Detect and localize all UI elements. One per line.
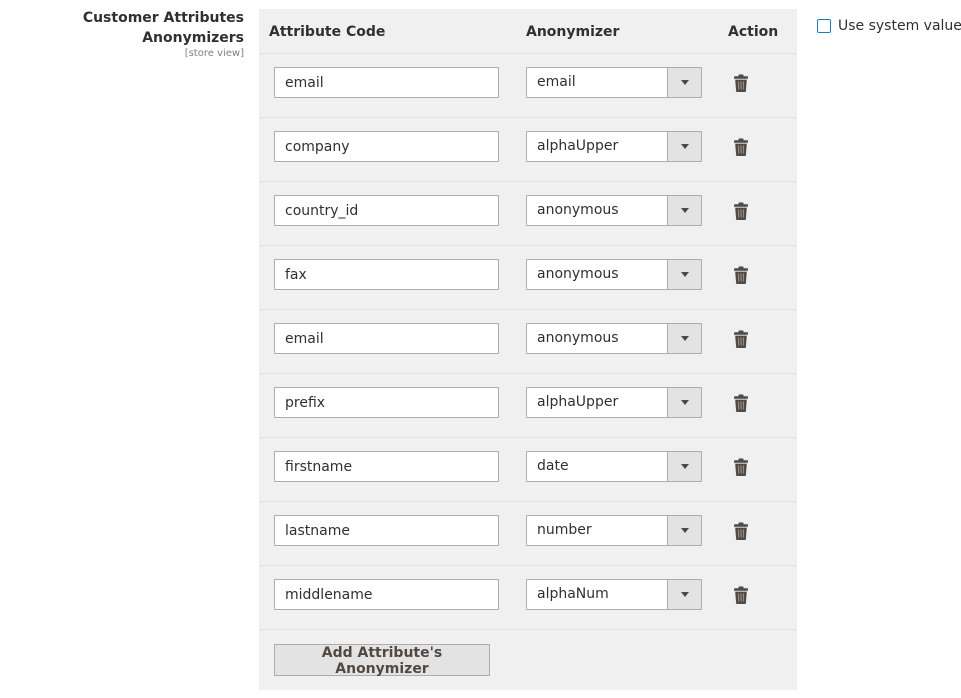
dropdown-toggle[interactable] — [667, 196, 701, 225]
attribute-code-input[interactable] — [274, 387, 499, 418]
delete-row-button[interactable] — [733, 138, 749, 156]
field-scope: [store view] — [184, 48, 244, 59]
anonymizer-select[interactable]: alphaUpper — [526, 131, 702, 162]
chevron-down-icon — [681, 208, 689, 213]
attribute-code-input[interactable] — [274, 67, 499, 98]
anonymizer-select[interactable]: alphaUpper — [526, 387, 702, 418]
delete-row-button[interactable] — [733, 74, 749, 92]
use-system-value-label[interactable]: Use system value — [838, 17, 961, 35]
use-system-value-checkbox[interactable] — [817, 19, 831, 33]
attribute-code-input[interactable] — [274, 451, 499, 482]
dropdown-toggle[interactable] — [667, 452, 701, 481]
table-row: date — [259, 438, 797, 502]
anonymizer-selected-value: number — [537, 522, 592, 538]
add-row-area: Add Attribute's Anonymizer — [259, 630, 797, 690]
anonymizer-select[interactable]: anonymous — [526, 195, 702, 226]
dropdown-toggle[interactable] — [667, 132, 701, 161]
anonymizer-select[interactable]: anonymous — [526, 259, 702, 290]
anonymizer-select[interactable]: date — [526, 451, 702, 482]
table-row: number — [259, 502, 797, 566]
trash-icon — [733, 266, 749, 288]
anonymizer-select[interactable]: anonymous — [526, 323, 702, 354]
field-title: Customer Attributes Anonymizers — [82, 10, 244, 46]
delete-row-button[interactable] — [733, 330, 749, 348]
anonymizer-selected-value: alphaUpper — [537, 138, 619, 154]
header-action: Action — [728, 24, 779, 40]
trash-icon — [733, 74, 749, 96]
chevron-down-icon — [681, 272, 689, 277]
table-row: anonymous — [259, 182, 797, 246]
attribute-code-input[interactable] — [274, 515, 499, 546]
anonymizer-selected-value: email — [537, 74, 576, 90]
anonymizers-grid: Attribute Code Anonymizer Action email al… — [259, 9, 797, 690]
delete-row-button[interactable] — [733, 586, 749, 604]
trash-icon — [733, 138, 749, 160]
table-row: anonymous — [259, 246, 797, 310]
anonymizer-selected-value: date — [537, 458, 569, 474]
header-attribute-code: Attribute Code — [269, 24, 386, 40]
dropdown-toggle[interactable] — [667, 388, 701, 417]
anonymizer-selected-value: anonymous — [537, 266, 619, 282]
chevron-down-icon — [681, 464, 689, 469]
trash-icon — [733, 458, 749, 480]
dropdown-toggle[interactable] — [667, 260, 701, 289]
delete-row-button[interactable] — [733, 458, 749, 476]
dropdown-toggle[interactable] — [667, 516, 701, 545]
chevron-down-icon — [681, 592, 689, 597]
anonymizer-selected-value: anonymous — [537, 202, 619, 218]
attribute-code-input[interactable] — [274, 259, 499, 290]
anonymizer-selected-value: alphaNum — [537, 586, 609, 602]
table-row: anonymous — [259, 310, 797, 374]
add-anonymizer-button[interactable]: Add Attribute's Anonymizer — [274, 644, 490, 677]
field-label: Customer Attributes Anonymizers [store v… — [0, 8, 244, 60]
delete-row-button[interactable] — [733, 394, 749, 412]
trash-icon — [733, 394, 749, 416]
attribute-code-input[interactable] — [274, 323, 499, 354]
anonymizer-select[interactable]: email — [526, 67, 702, 98]
trash-icon — [733, 330, 749, 352]
trash-icon — [733, 522, 749, 544]
table-row: alphaUpper — [259, 374, 797, 438]
dropdown-toggle[interactable] — [667, 324, 701, 353]
attribute-code-input[interactable] — [274, 131, 499, 162]
table-row: alphaUpper — [259, 118, 797, 182]
dropdown-toggle[interactable] — [667, 68, 701, 97]
attribute-code-input[interactable] — [274, 195, 499, 226]
attribute-code-input[interactable] — [274, 579, 499, 610]
chevron-down-icon — [681, 80, 689, 85]
anonymizer-selected-value: anonymous — [537, 330, 619, 346]
table-row: alphaNum — [259, 566, 797, 630]
chevron-down-icon — [681, 144, 689, 149]
trash-icon — [733, 586, 749, 608]
anonymizer-selected-value: alphaUpper — [537, 394, 619, 410]
dropdown-toggle[interactable] — [667, 580, 701, 609]
chevron-down-icon — [681, 528, 689, 533]
chevron-down-icon — [681, 400, 689, 405]
grid-header: Attribute Code Anonymizer Action — [259, 9, 797, 54]
anonymizer-select[interactable]: number — [526, 515, 702, 546]
table-row: email — [259, 54, 797, 118]
trash-icon — [733, 202, 749, 224]
delete-row-button[interactable] — [733, 522, 749, 540]
header-anonymizer: Anonymizer — [526, 24, 620, 40]
chevron-down-icon — [681, 336, 689, 341]
delete-row-button[interactable] — [733, 266, 749, 284]
anonymizer-select[interactable]: alphaNum — [526, 579, 702, 610]
delete-row-button[interactable] — [733, 202, 749, 220]
